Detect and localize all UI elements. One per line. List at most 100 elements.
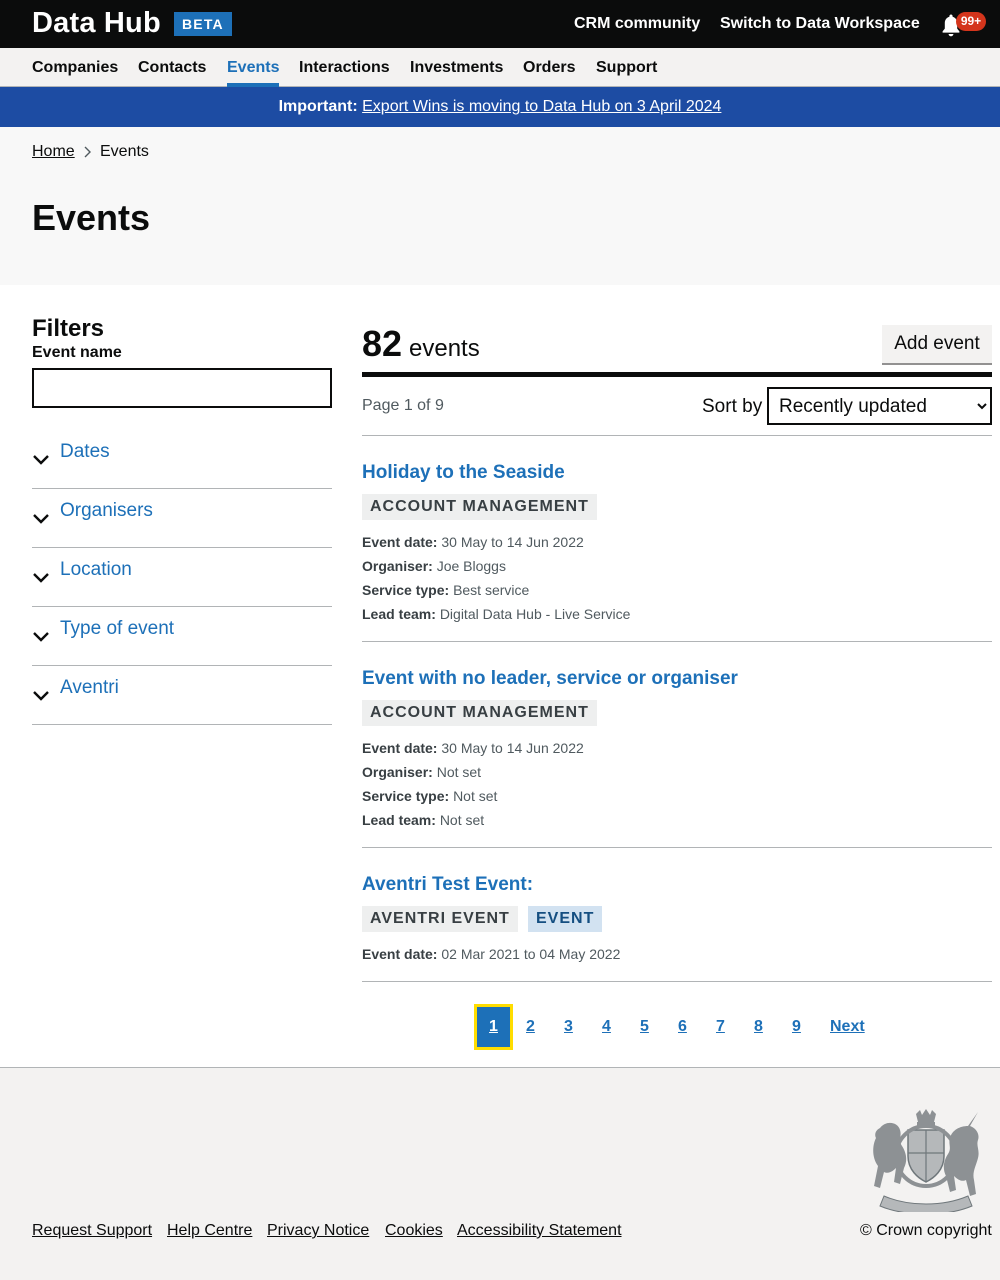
event-title-link[interactable]: Event with no leader, service or organis… — [362, 668, 738, 690]
switch-to-data-workspace-link[interactable]: Switch to Data Workspace — [720, 15, 920, 33]
meta-value: Best service — [453, 582, 530, 598]
divider — [362, 641, 992, 642]
footer-privacy-notice-link[interactable]: Privacy Notice — [267, 1222, 369, 1240]
results-header-divider — [362, 372, 992, 377]
event-meta-row: Event date: 02 Mar 2021 to 04 May 2022 — [362, 946, 620, 962]
meta-value: Not set — [453, 788, 498, 804]
banner-prefix: Important: — [278, 98, 358, 115]
nav-support[interactable]: Support — [596, 59, 657, 87]
page-footer: Request Support Help Centre Privacy Noti… — [0, 1067, 1000, 1280]
main-navigation: Companies Contacts Events Interactions I… — [0, 48, 1000, 87]
meta-key: Event date: — [362, 534, 438, 550]
pagination-page-link[interactable]: 5 — [640, 1018, 649, 1036]
chevron-down-icon — [33, 691, 49, 701]
divider — [362, 435, 992, 436]
sort-by-label: Sort by — [702, 396, 763, 417]
filter-accordion-label: Type of event — [60, 618, 175, 639]
event-type-tag: AVENTRI EVENT — [362, 906, 518, 932]
filter-accordion-aventri[interactable]: Aventri — [32, 666, 332, 725]
event-meta-row: Lead team: Not set — [362, 812, 484, 828]
filter-accordion-label: Aventri — [60, 677, 119, 698]
event-name-input[interactable] — [32, 368, 332, 408]
nav-orders[interactable]: Orders — [523, 59, 575, 87]
filters-heading: Filters — [32, 315, 105, 342]
crown-copyright: © Crown copyright — [860, 1222, 992, 1239]
filter-accordion-type-of-event[interactable]: Type of event — [32, 607, 332, 666]
meta-value: Not set — [439, 812, 485, 828]
pagination-page-link[interactable]: 4 — [602, 1018, 611, 1036]
event-meta-row: Event date: 30 May to 14 Jun 2022 — [362, 534, 584, 550]
important-banner: Important: Export Wins is moving to Data… — [0, 87, 1000, 127]
divider — [362, 981, 992, 982]
nav-interactions[interactable]: Interactions — [299, 59, 390, 87]
meta-key: Organiser: — [362, 558, 433, 574]
data-hub-logo-link[interactable]: Data Hub — [32, 7, 161, 40]
filter-accordion-organisers[interactable]: Organisers — [32, 489, 332, 548]
footer-accessibility-statement-link[interactable]: Accessibility Statement — [457, 1222, 622, 1240]
pagination-page-link[interactable]: 2 — [526, 1018, 535, 1036]
nav-companies[interactable]: Companies — [32, 59, 118, 87]
event-type-tag: ACCOUNT MANAGEMENT — [362, 494, 597, 520]
event-type-tag: ACCOUNT MANAGEMENT — [362, 700, 597, 726]
nav-events[interactable]: Events — [227, 59, 280, 87]
top-header: Data Hub BETA CRM community Switch to Da… — [0, 0, 1000, 48]
event-meta-row: Lead team: Digital Data Hub - Live Servi… — [362, 606, 630, 622]
meta-value: 30 May to 14 Jun 2022 — [441, 534, 584, 550]
results-count: 82 — [362, 323, 403, 364]
filter-accordion-dates[interactable]: Dates — [32, 430, 332, 489]
crm-community-link[interactable]: CRM community — [574, 15, 700, 33]
meta-value: Not set — [436, 764, 482, 780]
meta-key: Event date: — [362, 946, 438, 962]
meta-key: Organiser: — [362, 764, 433, 780]
footer-request-support-link[interactable]: Request Support — [32, 1222, 152, 1240]
footer-cookies-link[interactable]: Cookies — [385, 1222, 443, 1240]
add-event-button[interactable]: Add event — [882, 325, 992, 363]
meta-value: Joe Bloggs — [436, 558, 506, 574]
filter-accordion-label: Organisers — [60, 500, 153, 521]
pagination-current-page[interactable]: 1 — [474, 1004, 513, 1050]
event-title-link[interactable]: Holiday to the Seaside — [362, 462, 565, 484]
chevron-right-icon — [84, 146, 91, 158]
event-meta-row: Organiser: Joe Bloggs — [362, 558, 506, 574]
nav-investments[interactable]: Investments — [410, 59, 503, 87]
breadcrumb-current: Events — [100, 143, 149, 160]
pagination-page-link[interactable]: 7 — [716, 1018, 725, 1036]
beta-badge: BETA — [174, 12, 232, 36]
filter-accordion-label: Location — [60, 559, 132, 580]
chevron-down-icon — [33, 632, 49, 642]
event-meta-row: Event date: 30 May to 14 Jun 2022 — [362, 740, 584, 756]
pagination-page-link[interactable]: 6 — [678, 1018, 687, 1036]
royal-coat-of-arms-icon — [873, 1109, 979, 1212]
event-title-text: Aventri Test Event — [362, 874, 527, 895]
event-title-link[interactable]: Aventri Test Event: — [362, 874, 533, 896]
divider — [362, 847, 992, 848]
page-header: Home Events Events — [0, 127, 1000, 285]
meta-value: 02 Mar 2021 to 04 May 2022 — [441, 946, 621, 962]
event-name-label: Event name — [32, 344, 122, 361]
meta-key: Service type: — [362, 582, 450, 598]
nav-contacts[interactable]: Contacts — [138, 59, 206, 87]
meta-value: 30 May to 14 Jun 2022 — [441, 740, 584, 756]
pagination-page-link[interactable]: 8 — [754, 1018, 763, 1036]
meta-key: Lead team: — [362, 812, 436, 828]
export-wins-banner-link[interactable]: Export Wins is moving to Data Hub on 3 A… — [362, 98, 721, 115]
footer-help-centre-link[interactable]: Help Centre — [167, 1222, 252, 1240]
event-title-suffix: : — [526, 874, 534, 895]
pagination-next-link[interactable]: Next — [830, 1018, 865, 1036]
pagination-page-link[interactable]: 3 — [564, 1018, 573, 1036]
chevron-down-icon — [33, 573, 49, 583]
filter-accordion-location[interactable]: Location — [32, 548, 332, 607]
event-meta-row: Organiser: Not set — [362, 764, 481, 780]
results-count-label: events — [409, 335, 480, 362]
event-type-tag: EVENT — [528, 906, 603, 932]
meta-value: Digital Data Hub - Live Service — [439, 606, 631, 622]
meta-key: Service type: — [362, 788, 450, 804]
event-meta-row: Service type: Not set — [362, 788, 497, 804]
notification-count-badge: 99+ — [956, 12, 986, 31]
breadcrumb-home-link[interactable]: Home — [32, 143, 75, 161]
chevron-down-icon — [33, 455, 49, 465]
pagination-page-link[interactable]: 9 — [792, 1018, 801, 1036]
event-meta-row: Service type: Best service — [362, 582, 529, 598]
page-info: Page 1 of 9 — [362, 397, 444, 414]
sort-by-select[interactable]: Recently updated — [767, 387, 992, 425]
